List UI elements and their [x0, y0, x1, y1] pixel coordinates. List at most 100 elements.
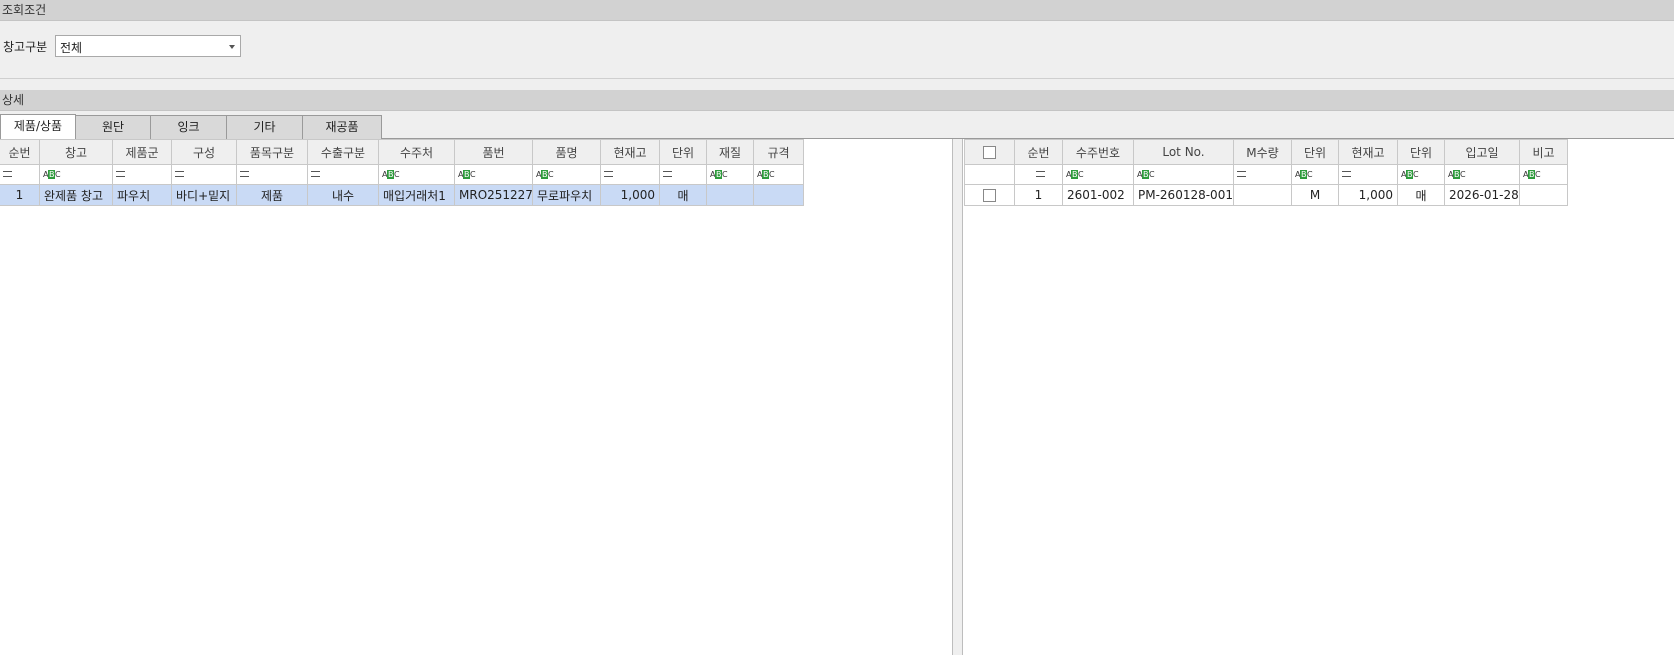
cell-warehouse[interactable]: 완제품 창고 [39, 184, 113, 206]
chevron-down-icon[interactable] [229, 45, 235, 49]
filter-cell[interactable] [236, 164, 308, 185]
grid-filter-row: ABC ABC ABC ABC ABC ABC [964, 164, 1568, 185]
filter-cell[interactable] [659, 164, 707, 185]
col-header-stock[interactable]: 현재고 [600, 139, 660, 165]
col-header-product-group[interactable]: 제품군 [112, 139, 172, 165]
filter-cell[interactable]: ABC [1444, 164, 1520, 185]
stock-grid[interactable]: 순번 창고 제품군 구성 품목구분 수출구분 수주처 품번 품명 현재고 단위 … [0, 139, 804, 206]
cell-order-no[interactable]: 2601-002 [1062, 184, 1134, 206]
col-header-customer[interactable]: 수주처 [378, 139, 455, 165]
table-row[interactable]: 1 2601-002 PM-260128-001 M 1,000 매 2026-… [964, 184, 1568, 206]
equals-filter-icon [311, 171, 320, 177]
col-header-composition[interactable]: 구성 [171, 139, 237, 165]
tab-wip[interactable]: 재공품 [302, 115, 382, 139]
cell-composition[interactable]: 바디+밑지 [171, 184, 237, 206]
cell-seq[interactable]: 1 [0, 184, 40, 206]
cell-material[interactable] [706, 184, 754, 206]
cell-unit[interactable]: 매 [659, 184, 707, 206]
col-header-m-qty[interactable]: M수량 [1233, 139, 1292, 165]
equals-filter-icon [240, 171, 249, 177]
equals-filter-icon [1342, 171, 1351, 177]
warehouse-combo[interactable]: 전체 [55, 35, 241, 57]
row-checkbox[interactable] [983, 189, 996, 202]
cell-stock[interactable]: 1,000 [1338, 184, 1398, 206]
col-header-seq[interactable]: 순번 [1014, 139, 1063, 165]
cell-item-no[interactable]: MRO251227 [454, 184, 533, 206]
tab-fabric[interactable]: 원단 [75, 115, 151, 139]
filter-cell[interactable]: ABC [706, 164, 754, 185]
cell-remark[interactable] [1519, 184, 1568, 206]
cell-spec[interactable] [753, 184, 804, 206]
cell-lot-no[interactable]: PM-260128-001 [1133, 184, 1234, 206]
filter-cell[interactable]: ABC [1397, 164, 1445, 185]
text-filter-icon: ABC [1066, 169, 1084, 179]
equals-filter-icon [1237, 171, 1246, 177]
filter-cell[interactable] [0, 164, 40, 185]
filter-cell[interactable]: ABC [1519, 164, 1568, 185]
filter-cell[interactable] [600, 164, 660, 185]
cell-select[interactable] [964, 184, 1015, 206]
filter-cell[interactable] [171, 164, 237, 185]
col-header-item-no[interactable]: 품번 [454, 139, 533, 165]
cell-unit-2[interactable]: 매 [1397, 184, 1445, 206]
cell-receipt-date[interactable]: 2026-01-28 [1444, 184, 1520, 206]
grid-splitter[interactable] [952, 139, 963, 655]
col-header-lot-no[interactable]: Lot No. [1133, 139, 1234, 165]
col-header-export-type[interactable]: 수출구분 [307, 139, 379, 165]
col-header-material[interactable]: 재질 [706, 139, 754, 165]
col-header-remark[interactable]: 비고 [1519, 139, 1568, 165]
lot-grid[interactable]: 순번 수주번호 Lot No. M수량 단위 현재고 단위 입고일 비고 ABC… [964, 139, 1568, 206]
detail-tabbar: 제품/상품 원단 잉크 기타 재공품 [0, 111, 1674, 139]
search-condition-panel: 창고구분 전체 [0, 21, 1674, 79]
col-header-receipt-date[interactable]: 입고일 [1444, 139, 1520, 165]
col-header-spec[interactable]: 규격 [753, 139, 804, 165]
filter-cell[interactable] [1233, 164, 1292, 185]
select-all-checkbox[interactable] [983, 146, 996, 159]
cell-m-qty[interactable] [1233, 184, 1292, 206]
detail-title: 상세 [2, 93, 25, 107]
text-filter-icon: ABC [1448, 169, 1466, 179]
col-header-unit[interactable]: 단위 [1291, 139, 1339, 165]
tab-other[interactable]: 기타 [226, 115, 303, 139]
cell-item-name[interactable]: 무로파우치 [532, 184, 601, 206]
text-filter-icon: ABC [1401, 169, 1419, 179]
cell-seq[interactable]: 1 [1014, 184, 1063, 206]
cell-export-type[interactable]: 내수 [307, 184, 379, 206]
cell-customer[interactable]: 매입거래처1 [378, 184, 455, 206]
table-row[interactable]: 1 완제품 창고 파우치 바디+밑지 제품 내수 매입거래처1 MRO25122… [0, 184, 804, 206]
text-filter-icon: ABC [757, 169, 775, 179]
filter-cell[interactable] [1338, 164, 1398, 185]
filter-cell[interactable] [307, 164, 379, 185]
col-header-seq[interactable]: 순번 [0, 139, 40, 165]
filter-cell[interactable]: ABC [378, 164, 455, 185]
filter-cell[interactable]: ABC [39, 164, 113, 185]
filter-cell[interactable]: ABC [753, 164, 804, 185]
cell-unit[interactable]: M [1291, 184, 1339, 206]
filter-cell[interactable]: ABC [1133, 164, 1234, 185]
filter-cell[interactable]: ABC [1062, 164, 1134, 185]
col-header-select-all[interactable] [964, 139, 1015, 165]
search-condition-title: 조회조건 [2, 3, 47, 17]
col-header-stock[interactable]: 현재고 [1338, 139, 1398, 165]
detail-header: 상세 [0, 90, 1674, 111]
col-header-order-no[interactable]: 수주번호 [1062, 139, 1134, 165]
filter-cell[interactable] [112, 164, 172, 185]
tab-product[interactable]: 제품/상품 [0, 114, 76, 139]
col-header-unit[interactable]: 단위 [659, 139, 707, 165]
grid-header-row: 순번 수주번호 Lot No. M수량 단위 현재고 단위 입고일 비고 [964, 139, 1568, 165]
cell-product-group[interactable]: 파우치 [112, 184, 172, 206]
col-header-item-type[interactable]: 품목구분 [236, 139, 308, 165]
filter-cell[interactable]: ABC [532, 164, 601, 185]
filter-cell[interactable]: ABC [1291, 164, 1339, 185]
col-header-warehouse[interactable]: 창고 [39, 139, 113, 165]
filter-cell[interactable] [1014, 164, 1063, 185]
grid-header-row: 순번 창고 제품군 구성 품목구분 수출구분 수주처 품번 품명 현재고 단위 … [0, 139, 804, 165]
panel-gap [0, 79, 1674, 90]
filter-cell[interactable]: ABC [454, 164, 533, 185]
tab-ink[interactable]: 잉크 [150, 115, 227, 139]
cell-item-type[interactable]: 제품 [236, 184, 308, 206]
col-header-unit-2[interactable]: 단위 [1397, 139, 1445, 165]
text-filter-icon: ABC [1295, 169, 1313, 179]
cell-stock[interactable]: 1,000 [600, 184, 660, 206]
col-header-item-name[interactable]: 품명 [532, 139, 601, 165]
